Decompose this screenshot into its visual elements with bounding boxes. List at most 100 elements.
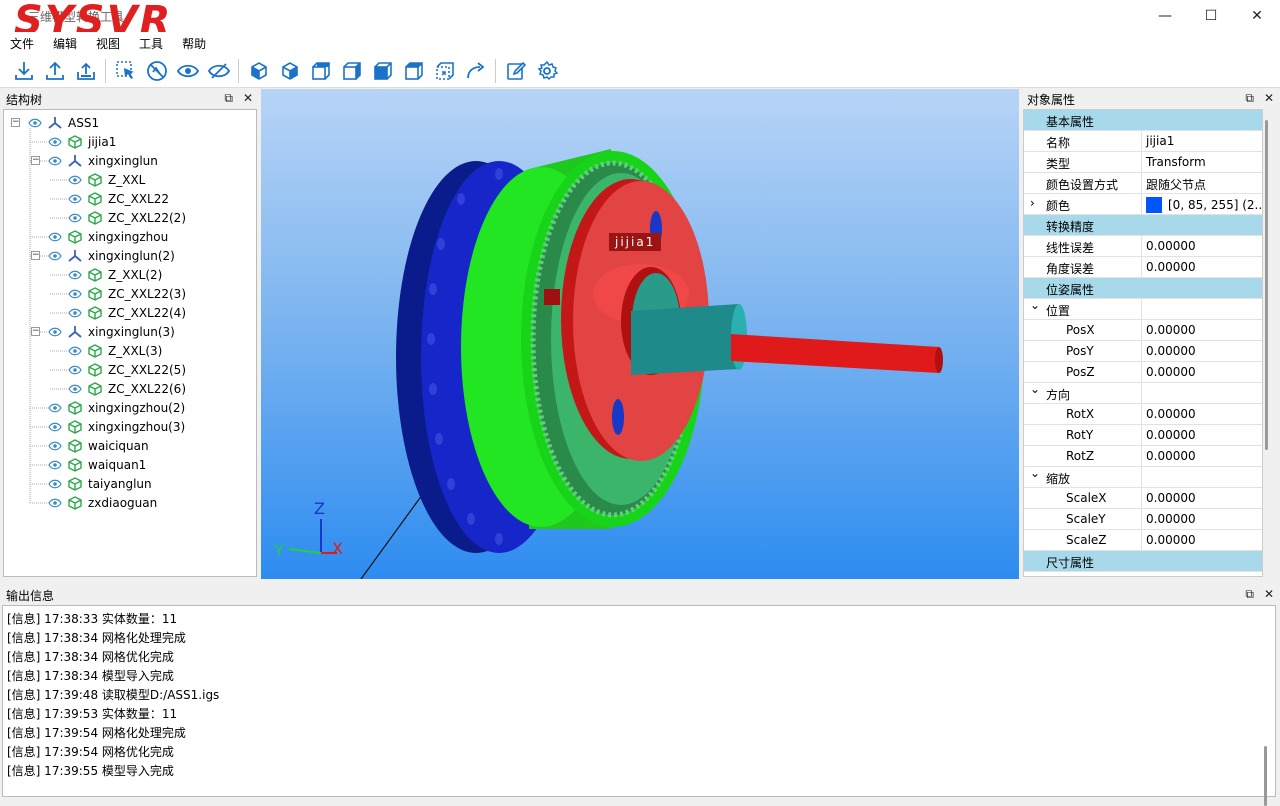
property-row[interactable]: PosX 0.00000 <box>1024 320 1262 341</box>
collapse-toggle[interactable]: − <box>31 327 40 336</box>
tree-part-node[interactable]: xingxingzhou <box>48 227 168 246</box>
show-all-icon[interactable] <box>203 56 234 86</box>
visibility-eye-icon[interactable] <box>48 479 62 489</box>
import-icon[interactable] <box>8 56 39 86</box>
property-row[interactable]: ScaleY 0.00000 <box>1024 509 1262 530</box>
property-value[interactable]: jijia1 <box>1142 131 1262 151</box>
minimize-button[interactable]: — <box>1142 0 1188 32</box>
property-value[interactable]: 0.00000 <box>1142 509 1262 529</box>
visibility-eye-icon[interactable] <box>48 156 62 166</box>
output-log[interactable]: [信息] 17:38:33 实体数量：11 [信息] 17:38:34 网格化处理… <box>2 605 1276 806</box>
property-value[interactable]: 0.00000 <box>1142 404 1262 424</box>
visibility-eye-icon[interactable] <box>68 289 82 299</box>
property-row[interactable]: RotY 0.00000 <box>1024 425 1262 446</box>
tree-part-node[interactable]: xingxingzhou(3) <box>48 417 185 436</box>
visibility-eye-icon[interactable] <box>68 365 82 375</box>
output-scrollbar[interactable] <box>1264 746 1267 806</box>
view-back-icon[interactable] <box>305 56 336 86</box>
tree-part-node[interactable]: ZC_XXL22(2) <box>68 208 186 227</box>
property-value[interactable]: 0.00000 <box>1142 341 1262 361</box>
upload-icon[interactable] <box>70 56 101 86</box>
property-row[interactable]: 类型 Transform <box>1024 152 1262 173</box>
tree-assembly-node[interactable]: − xingxinglun(2) <box>31 246 175 265</box>
visibility-eye-icon[interactable] <box>48 460 62 470</box>
tree-assembly-node[interactable]: − xingxinglun(3) <box>31 322 175 341</box>
tree-part-node[interactable]: ZC_XXL22(6) <box>68 379 186 398</box>
menu-edit[interactable]: 编辑 <box>49 32 84 54</box>
tree-part-node[interactable]: ZC_XXL22(4) <box>68 303 186 322</box>
edit-icon[interactable] <box>500 56 531 86</box>
float-icon[interactable]: ⧉ <box>1245 91 1254 106</box>
collapse-toggle[interactable]: − <box>31 251 40 260</box>
show-icon[interactable] <box>172 56 203 86</box>
visibility-eye-icon[interactable] <box>68 270 82 280</box>
property-grid[interactable]: 基本属性 名称 jijia1 类型 Transform 颜色设置方式 跟随父节点 › 颜色 [0,… <box>1023 109 1263 577</box>
menu-file[interactable]: 文件 <box>6 32 41 54</box>
color-swatch[interactable] <box>1146 197 1162 213</box>
menu-tools[interactable]: 工具 <box>135 32 170 54</box>
property-row[interactable]: ScaleZ 0.00000 <box>1024 530 1262 551</box>
select-icon[interactable] <box>110 56 141 86</box>
property-row[interactable]: PosZ 0.00000 <box>1024 362 1262 383</box>
tree-part-node[interactable]: Z_XXL(3) <box>68 341 162 360</box>
visibility-eye-icon[interactable] <box>48 327 62 337</box>
property-value[interactable]: 0.00000 <box>1142 257 1262 277</box>
visibility-eye-icon[interactable] <box>28 118 42 128</box>
tree-part-node[interactable]: jijia1 <box>48 132 116 151</box>
visibility-eye-icon[interactable] <box>48 422 62 432</box>
property-row[interactable]: 线性误差 0.00000 <box>1024 236 1262 257</box>
property-row[interactable]: 名称 jijia1 <box>1024 131 1262 152</box>
tree-part-node[interactable]: waiciquan <box>48 436 149 455</box>
visibility-eye-icon[interactable] <box>68 308 82 318</box>
visibility-eye-icon[interactable] <box>48 441 62 451</box>
visibility-eye-icon[interactable] <box>68 384 82 394</box>
view-front-icon[interactable] <box>274 56 305 86</box>
visibility-eye-icon[interactable] <box>48 251 62 261</box>
close-icon[interactable]: ✕ <box>1264 91 1274 106</box>
menu-view[interactable]: 视图 <box>92 32 127 54</box>
export-icon[interactable] <box>39 56 70 86</box>
property-row[interactable]: ⌄ 方向 <box>1024 382 1262 404</box>
tree-part-node[interactable]: ZC_XXL22 <box>68 189 169 208</box>
collapse-toggle[interactable]: − <box>31 156 40 165</box>
visibility-eye-icon[interactable] <box>68 213 82 223</box>
property-value[interactable]: Transform <box>1142 152 1262 172</box>
property-value[interactable]: 0.00000 <box>1142 446 1262 466</box>
float-icon[interactable]: ⧉ <box>1245 587 1254 602</box>
view-left-icon[interactable] <box>336 56 367 86</box>
visibility-eye-icon[interactable] <box>48 498 62 508</box>
collapse-toggle[interactable]: − <box>11 118 20 127</box>
chevron-right-icon[interactable]: › <box>1030 196 1035 210</box>
tree-part-node[interactable]: Z_XXL(2) <box>68 265 162 284</box>
3d-viewport[interactable]: jijia1 Z X Y <box>261 89 1019 579</box>
property-value[interactable]: [0, 85, 255] (2... <box>1142 194 1262 214</box>
property-value[interactable]: 0.00000 <box>1142 530 1262 550</box>
property-row[interactable]: ⌄ 位置 <box>1024 298 1262 320</box>
property-row[interactable]: RotX 0.00000 <box>1024 404 1262 425</box>
hide-icon[interactable] <box>141 56 172 86</box>
chevron-down-icon[interactable]: ⌄ <box>1030 466 1040 480</box>
structure-tree[interactable]: − ASS1 jijia1 − xingxinglun Z_XXL ZC_XXL22 ZC_X… <box>3 109 257 577</box>
visibility-eye-icon[interactable] <box>68 346 82 356</box>
property-row[interactable]: › 颜色 [0, 85, 255] (2... <box>1024 194 1262 215</box>
tree-assembly-node[interactable]: − xingxinglun <box>31 151 158 170</box>
tree-part-node[interactable]: zxdiaoguan <box>48 493 157 512</box>
property-row[interactable]: ⌄ 缩放 <box>1024 466 1262 488</box>
tree-part-node[interactable]: Z_XXL <box>68 170 145 189</box>
tree-part-node[interactable]: ZC_XXL22(5) <box>68 360 186 379</box>
tree-assembly-node[interactable]: − ASS1 <box>11 113 99 132</box>
view-bottom-icon[interactable] <box>429 56 460 86</box>
visibility-eye-icon[interactable] <box>48 232 62 242</box>
property-value[interactable]: 0.00000 <box>1142 320 1262 340</box>
close-icon[interactable]: ✕ <box>1264 587 1274 602</box>
property-value[interactable]: 0.00000 <box>1142 488 1262 508</box>
property-value[interactable]: 跟随父节点 <box>1142 173 1262 193</box>
property-row[interactable]: 颜色设置方式 跟随父节点 <box>1024 173 1262 194</box>
view-right-icon[interactable] <box>367 56 398 86</box>
property-row[interactable]: ScaleX 0.00000 <box>1024 488 1262 509</box>
property-row[interactable]: RotZ 0.00000 <box>1024 446 1262 467</box>
properties-scrollbar[interactable] <box>1265 110 1269 578</box>
close-button[interactable]: ✕ <box>1234 0 1280 32</box>
visibility-eye-icon[interactable] <box>48 137 62 147</box>
property-row[interactable]: PosY 0.00000 <box>1024 341 1262 362</box>
